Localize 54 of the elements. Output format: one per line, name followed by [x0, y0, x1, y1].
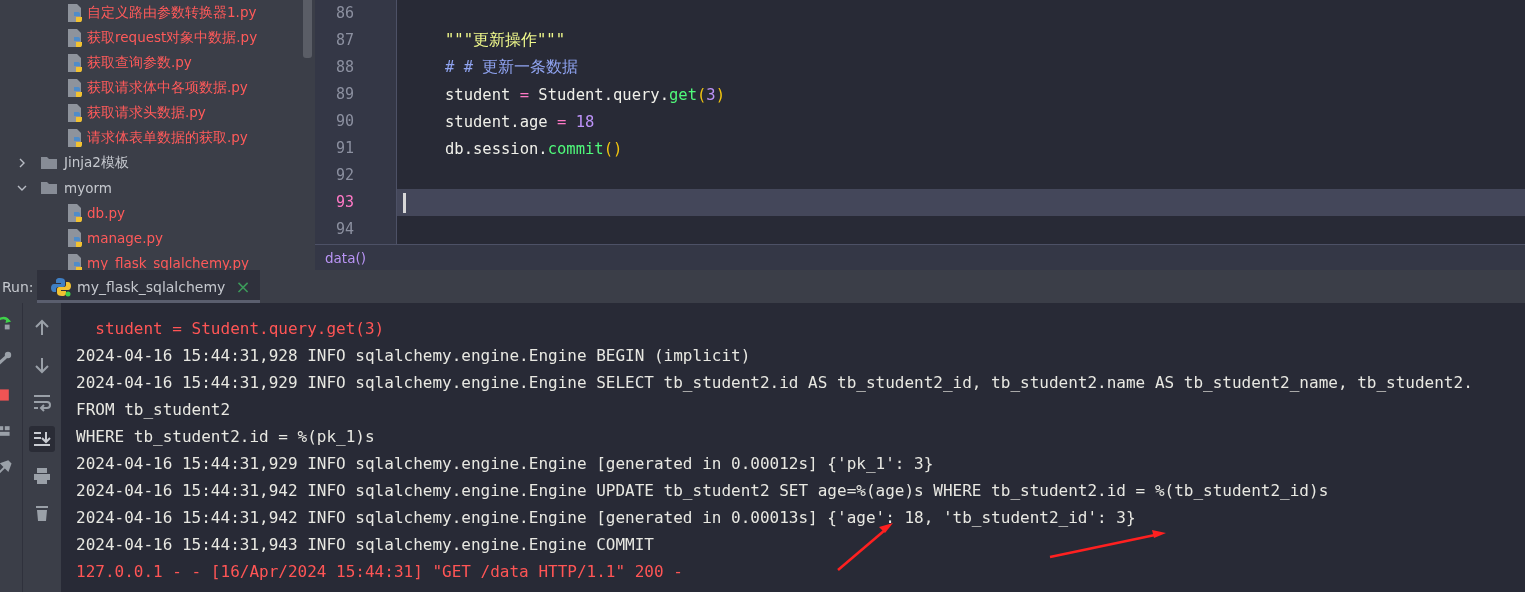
breadcrumb-item[interactable]: data() [325, 249, 366, 266]
code-line: """更新操作""" [445, 30, 565, 51]
python-file-icon [66, 127, 84, 148]
python-file-icon [66, 252, 84, 270]
code-line: student = Student.query.get(3) [445, 85, 725, 104]
scrollbar-thumb[interactable] [303, 0, 312, 58]
line-number: 87 [336, 30, 356, 51]
scroll-to-end-icon[interactable] [29, 426, 55, 452]
line-number: 89 [336, 84, 356, 105]
tree-item[interactable]: myorm [0, 175, 315, 200]
console-line: 2024-04-16 15:44:31,928 INFO sqlalchemy.engine.Engine BEGIN (implicit) [76, 345, 751, 367]
console-line: WHERE tb_student2.id = %(pk_1)s [76, 426, 375, 448]
console-line: 2024-04-16 15:44:31,929 INFO sqlalchemy.engine.Engine [generated in 0.00012s] {'pk_1': 3} [76, 453, 934, 475]
python-file-icon [66, 2, 84, 23]
tree-item[interactable]: 获取request对象中数据.py [0, 25, 315, 50]
line-number: 94 [336, 219, 356, 240]
console-line: student = Student.query.get(3) [94, 318, 385, 340]
line-number: 86 [336, 3, 356, 24]
python-file-icon [66, 227, 84, 248]
folder-icon [40, 180, 58, 195]
code-line: # # 更新一条数据 [445, 57, 579, 78]
python-file-icon [66, 102, 84, 123]
tree-item[interactable]: db.py [0, 200, 315, 225]
tree-item[interactable]: 请求体表单数据的获取.py [0, 125, 315, 150]
code-line: db.session.commit() [445, 139, 623, 158]
tree-item[interactable]: 获取请求体中各项数据.py [0, 75, 315, 100]
console-line: 2024-04-16 15:44:31,929 INFO sqlalchemy.engine.Engine SELECT tb_student2.id AS tb_student2_id, tb_student2.name AS tb_student2_name, tb_student2. [76, 372, 1473, 394]
console-line: 2024-04-16 15:44:31,943 INFO sqlalchemy.engine.Engine COMMIT [76, 534, 654, 556]
tree-item[interactable]: manage.py [0, 225, 315, 250]
python-file-icon [66, 52, 84, 73]
code-line: student.age = 18 [445, 112, 595, 131]
python-logo-icon [51, 276, 71, 297]
line-number: 92 [336, 165, 356, 186]
tree-item[interactable]: my_flask_sqlalchemy.py [0, 250, 315, 270]
folder-icon [40, 155, 58, 170]
console-line: FROM tb_student2 [76, 399, 231, 421]
close-button[interactable]: × [235, 276, 251, 297]
run-label: Run: [2, 278, 35, 295]
run-tab[interactable]: my_flask_sqlalchemy × [37, 270, 261, 303]
python-file-icon [66, 202, 84, 223]
text-caret [403, 192, 406, 213]
line-number: 88 [336, 57, 356, 78]
tree-item[interactable]: 获取请求头数据.py [0, 100, 315, 125]
console-line: 127.0.0.1 - - [16/Apr/2024 15:44:31] "GET /data HTTP/1.1" 200 - [76, 561, 683, 583]
console-line: 2024-04-16 15:44:31,942 INFO sqlalchemy.engine.Engine [generated in 0.00013s] {'age': 18, 'tb_student2_id': 3} [76, 507, 1136, 529]
python-file-icon [66, 77, 84, 98]
python-file-icon [66, 27, 84, 48]
tree-item[interactable]: Jinja2模板 [0, 150, 315, 175]
line-number: 93 [336, 192, 356, 213]
console-line: 2024-04-16 15:44:31,942 INFO sqlalchemy.engine.Engine UPDATE tb_student2 SET age=%(age)s WHERE tb_student2.id = %(tb_student2_id)s [76, 480, 1329, 502]
tree-item[interactable]: 自定义路由参数转换器1.py [0, 0, 315, 25]
line-number: 91 [336, 138, 356, 159]
tree-item[interactable]: 获取查询参数.py [0, 50, 315, 75]
line-number: 90 [336, 111, 356, 132]
